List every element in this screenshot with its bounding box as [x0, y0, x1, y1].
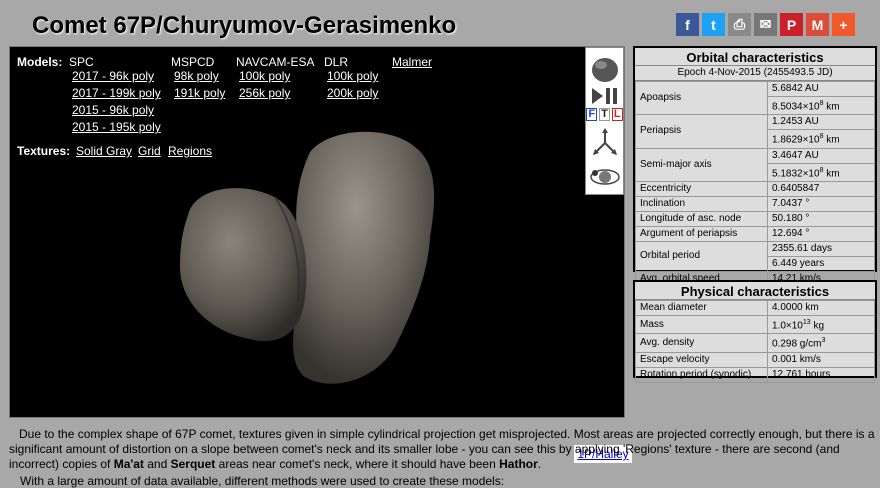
more-icon[interactable]: + — [832, 13, 855, 36]
table-row: Longitude of asc. node 50.180 ° — [635, 210, 875, 227]
row-value: 12.694 ° — [767, 225, 875, 242]
row-label: Escape velocity — [635, 351, 768, 368]
texture-link-solid-gray[interactable]: Solid Gray — [76, 144, 132, 158]
left-view-button[interactable]: L — [611, 107, 623, 121]
row-label: Rotation period (synodic) — [635, 366, 768, 383]
model-link-dlr-100k[interactable]: 100k poly — [327, 69, 378, 83]
row-label: Eccentricity — [635, 180, 768, 197]
physical-title: Physical characteristics — [635, 282, 875, 300]
row-value: 7.0437 ° — [767, 195, 875, 212]
table-row: Mean diameter 4.0000 km — [635, 300, 875, 316]
table-row: Rotation period (synodic) 12.761 hours — [635, 366, 875, 383]
table-row: Avg. density 0.298 g/cm3 — [635, 333, 875, 353]
row-value: 12.761 hours — [767, 366, 875, 383]
table-row: Argument of periapsis 12.694 ° — [635, 225, 875, 242]
row-label: Longitude of asc. node — [635, 210, 768, 227]
row-value: 4.0000 km — [767, 300, 875, 316]
ftl-view-selector[interactable]: F T L — [586, 106, 623, 122]
row-value: 1.8629×108 km — [767, 129, 875, 149]
orbital-table: Apoapsis 5.6842 AU 8.5034×108 km Periaps… — [635, 80, 875, 287]
orbital-epoch: Epoch 4-Nov-2015 (2455493.5 JD) — [635, 66, 875, 81]
orbital-title: Orbital characteristics — [635, 48, 875, 66]
table-row: Eccentricity 0.6405847 — [635, 180, 875, 197]
model-link-navcam-100k[interactable]: 100k poly — [239, 69, 290, 83]
orbital-characteristics-panel: Orbital characteristics Epoch 4-Nov-2015… — [633, 46, 877, 287]
viewer-toolbar: F T L — [585, 47, 624, 195]
orbit-icon[interactable] — [586, 160, 623, 192]
region-maat: Ma'at — [113, 457, 144, 471]
mspcd-header: MSPCD — [171, 55, 215, 69]
row-value: 1.2453 AU — [767, 114, 875, 131]
row-value: 0.001 km/s — [767, 351, 875, 368]
models-label: Models: — [17, 55, 63, 69]
row-label: Mean diameter — [635, 300, 768, 316]
textures-label: Textures: — [17, 144, 71, 158]
row-value: 3.4647 AU — [767, 147, 875, 164]
region-hathor: Hathor — [499, 457, 538, 471]
row-value: 0.6405847 — [767, 180, 875, 197]
facebook-icon[interactable]: f — [676, 13, 699, 36]
model-link-dlr-200k[interactable]: 200k poly — [327, 86, 378, 100]
row-label: Periapsis — [635, 114, 768, 149]
region-serquet: Serquet — [170, 457, 216, 471]
table-row: Orbital period 2355.61 days — [635, 240, 875, 272]
dlr-header: DLR — [324, 55, 349, 69]
model-link-mspcd-191k[interactable]: 191k poly — [174, 86, 225, 100]
pinterest-icon[interactable]: P — [780, 13, 803, 36]
row-label: Inclination — [635, 195, 768, 212]
row-label: Argument of periapsis — [635, 225, 768, 242]
comet-3d-viewer[interactable]: Models: SPC 2017 - 96k poly 2017 - 199k … — [9, 46, 632, 463]
table-row: Escape velocity 0.001 km/s — [635, 351, 875, 368]
email-icon[interactable]: ✉ — [754, 13, 777, 36]
model-link-mspcd-98k[interactable]: 98k poly — [174, 69, 219, 83]
navcam-header: NAVCAM-ESA — [236, 55, 315, 69]
texture-link-grid[interactable]: Grid — [138, 144, 161, 158]
row-label: Orbital period — [635, 240, 768, 272]
model-link-spc-2015-96k[interactable]: 2015 - 96k poly — [72, 103, 154, 117]
front-view-button[interactable]: F — [586, 107, 598, 121]
projection-note-paragraph: Due to the complex shape of 67P comet, t… — [9, 427, 875, 471]
row-label: Apoapsis — [635, 80, 768, 116]
row-value: 1.0×1013 kg — [767, 314, 875, 335]
print-icon[interactable]: ⎙ — [728, 13, 751, 36]
row-label: Mass — [635, 314, 768, 335]
table-row: Mass 1.0×1013 kg — [635, 314, 875, 335]
page-title: Comet 67P/Churyumov-Gerasimenko — [32, 12, 457, 39]
table-row: Semi-major axis 3.4647 AU — [635, 147, 875, 182]
table-row: Periapsis 1.2453 AU — [635, 114, 875, 149]
row-value: 0.298 g/cm3 — [767, 333, 875, 353]
row-value: 5.1832×108 km — [767, 162, 875, 182]
model-link-spc-2017-199k[interactable]: 2017 - 199k poly — [72, 86, 161, 100]
physical-table: Mean diameter 4.0000 km Mass 1.0×1013 kg… — [635, 300, 875, 383]
twitter-icon[interactable]: t — [702, 13, 725, 36]
top-view-button[interactable]: T — [599, 107, 610, 121]
spc-header: SPC — [69, 55, 94, 69]
comet-shape-icon[interactable] — [586, 52, 623, 86]
model-link-spc-2015-195k[interactable]: 2015 - 195k poly — [72, 120, 161, 134]
gmail-icon[interactable]: M — [806, 13, 829, 36]
table-row: Inclination 7.0437 ° — [635, 195, 875, 212]
axes-icon[interactable] — [586, 126, 623, 158]
physical-characteristics-panel: Physical characteristics Mean diameter 4… — [633, 280, 877, 383]
row-value: 5.6842 AU — [767, 81, 875, 97]
row-value: 50.180 ° — [767, 210, 875, 227]
row-value: 2355.61 days — [767, 240, 875, 257]
model-link-navcam-256k[interactable]: 256k poly — [239, 86, 290, 100]
model-link-malmer[interactable]: Malmer — [392, 55, 432, 69]
texture-link-regions[interactable]: Regions — [168, 144, 212, 158]
row-value: 8.5034×108 km — [767, 95, 875, 116]
row-label: Avg. density — [635, 333, 768, 353]
methods-intro-paragraph: With a large amount of data available, d… — [20, 474, 505, 488]
row-value: 6.449 years — [767, 255, 875, 272]
play-pause-icon[interactable] — [586, 86, 623, 106]
table-row: Apoapsis 5.6842 AU — [635, 80, 875, 116]
model-link-spc-2017-96k[interactable]: 2017 - 96k poly — [72, 69, 154, 83]
row-label: Semi-major axis — [635, 147, 768, 182]
social-share-bar: f t ⎙ ✉ P M + — [676, 13, 855, 36]
